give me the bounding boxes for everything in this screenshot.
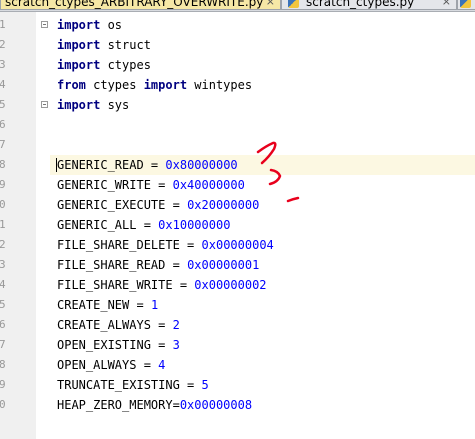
annotation-stroke bbox=[268, 168, 282, 186]
annotation-stroke bbox=[286, 196, 300, 203]
annotation-stroke bbox=[256, 141, 277, 165]
red-annotation-marks bbox=[256, 141, 300, 203]
